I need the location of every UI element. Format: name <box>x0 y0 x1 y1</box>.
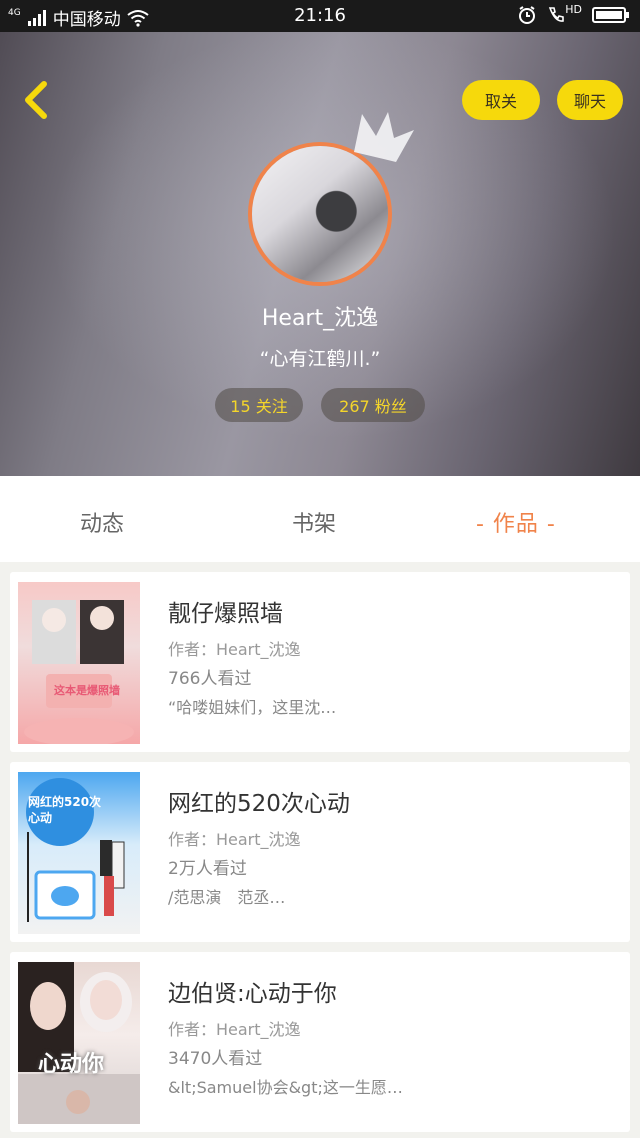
work-author: 作者：Heart_沈逸 <box>168 830 301 849</box>
signature: “心有江鹤川.” <box>259 348 381 370</box>
cover-art <box>18 962 140 1124</box>
tab-feed[interactable]: 动态 <box>80 506 124 538</box>
status-right: HD <box>517 2 630 25</box>
list-item[interactable]: 心动你 边伯贤:心动于你 作者：Heart_沈逸 3470人看过 &lt;Sam… <box>10 952 630 1132</box>
phone-icon <box>549 7 565 22</box>
profile-header: 取关 聊天 Heart_沈逸 “心有江鹤川.” 15 关注 267 粉丝 <box>0 32 640 476</box>
cover-text: 这本是爆照墙 <box>54 684 120 697</box>
list-item[interactable]: 这本是爆照墙 靓仔爆照墙 作者：Heart_沈逸 766人看过 “哈喽姐妹们，这… <box>10 572 630 752</box>
status-bar: 4G 中国移动 21:16 HD <box>0 0 640 32</box>
cover-text: 网红的520次心动 <box>28 795 102 825</box>
tab-bar: 动态 书架 - 作品 - <box>0 476 640 562</box>
username: Heart_沈逸 <box>261 306 379 331</box>
work-snippet: &lt;Samuel协会&gt;这一生愿… <box>168 1078 403 1097</box>
list-item[interactable]: 网红的520次心动 网红的520次心动 作者：Heart_沈逸 2万人看过 /范… <box>10 762 630 942</box>
work-author: 作者：Heart_沈逸 <box>168 1020 301 1039</box>
alarm-icon <box>519 6 536 24</box>
work-snippet: /范思演 范丞… <box>168 888 286 907</box>
work-title[interactable]: 网红的520次心动 <box>168 784 350 818</box>
back-chevron-icon[interactable] <box>16 78 56 122</box>
hd-call-indicator: HD <box>547 2 582 24</box>
book-cover[interactable]: 网红的520次心动 <box>18 772 140 934</box>
unfollow-button[interactable]: 取关 <box>462 80 540 120</box>
crown-icon <box>354 112 414 162</box>
chat-button[interactable]: 聊天 <box>557 80 623 120</box>
tab-bookshelf[interactable]: 书架 <box>292 506 336 538</box>
book-cover[interactable]: 这本是爆照墙 <box>18 582 140 744</box>
tab-works[interactable]: - 作品 - <box>476 506 556 538</box>
work-title[interactable]: 靓仔爆照墙 <box>168 594 283 628</box>
work-views: 766人看过 <box>168 669 252 689</box>
work-author: 作者：Heart_沈逸 <box>168 640 301 659</box>
following-count[interactable]: 15 关注 <box>215 388 303 422</box>
work-views: 3470人看过 <box>168 1049 263 1069</box>
work-title[interactable]: 边伯贤:心动于你 <box>168 974 337 1008</box>
work-views: 2万人看过 <box>168 859 247 879</box>
fans-count[interactable]: 267 粉丝 <box>321 388 425 422</box>
hd-label: HD <box>565 2 582 16</box>
book-cover[interactable]: 心动你 <box>18 962 140 1124</box>
cover-text: 心动你 <box>38 1052 105 1077</box>
battery-icon <box>592 7 629 23</box>
cover-art <box>24 600 134 744</box>
work-snippet: “哈喽姐妹们，这里沈… <box>168 698 337 717</box>
